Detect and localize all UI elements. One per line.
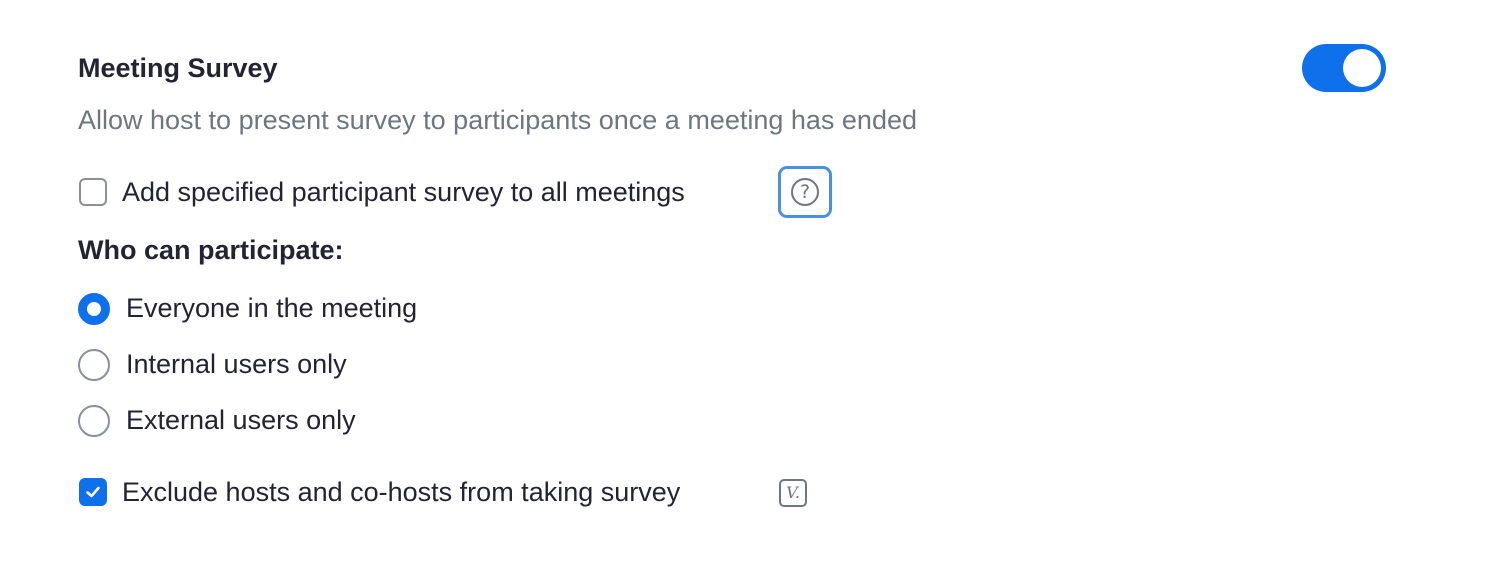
add-survey-label[interactable]: Add specified participant survey to all … <box>122 174 685 210</box>
radio-everyone-label[interactable]: Everyone in the meeting <box>126 290 417 326</box>
setting-description: Allow host to present survey to particip… <box>78 105 917 135</box>
radio-external[interactable] <box>78 405 110 437</box>
exclude-hosts-checkbox[interactable] <box>79 478 107 506</box>
version-badge-icon: V. <box>779 479 807 507</box>
meeting-survey-toggle[interactable] <box>1302 44 1386 92</box>
radio-internal-label[interactable]: Internal users only <box>126 346 347 382</box>
who-can-participate-heading: Who can participate: <box>78 235 344 265</box>
setting-title: Meeting Survey <box>78 53 278 83</box>
radio-internal[interactable] <box>78 349 110 381</box>
radio-everyone[interactable] <box>78 293 110 325</box>
toggle-knob <box>1343 49 1381 87</box>
radio-external-label[interactable]: External users only <box>126 402 356 438</box>
exclude-hosts-label[interactable]: Exclude hosts and co-hosts from taking s… <box>122 474 680 510</box>
add-survey-checkbox[interactable] <box>79 178 107 206</box>
help-button[interactable]: ? <box>778 166 832 218</box>
question-mark-icon: ? <box>791 178 819 206</box>
checkmark-icon <box>86 486 100 498</box>
